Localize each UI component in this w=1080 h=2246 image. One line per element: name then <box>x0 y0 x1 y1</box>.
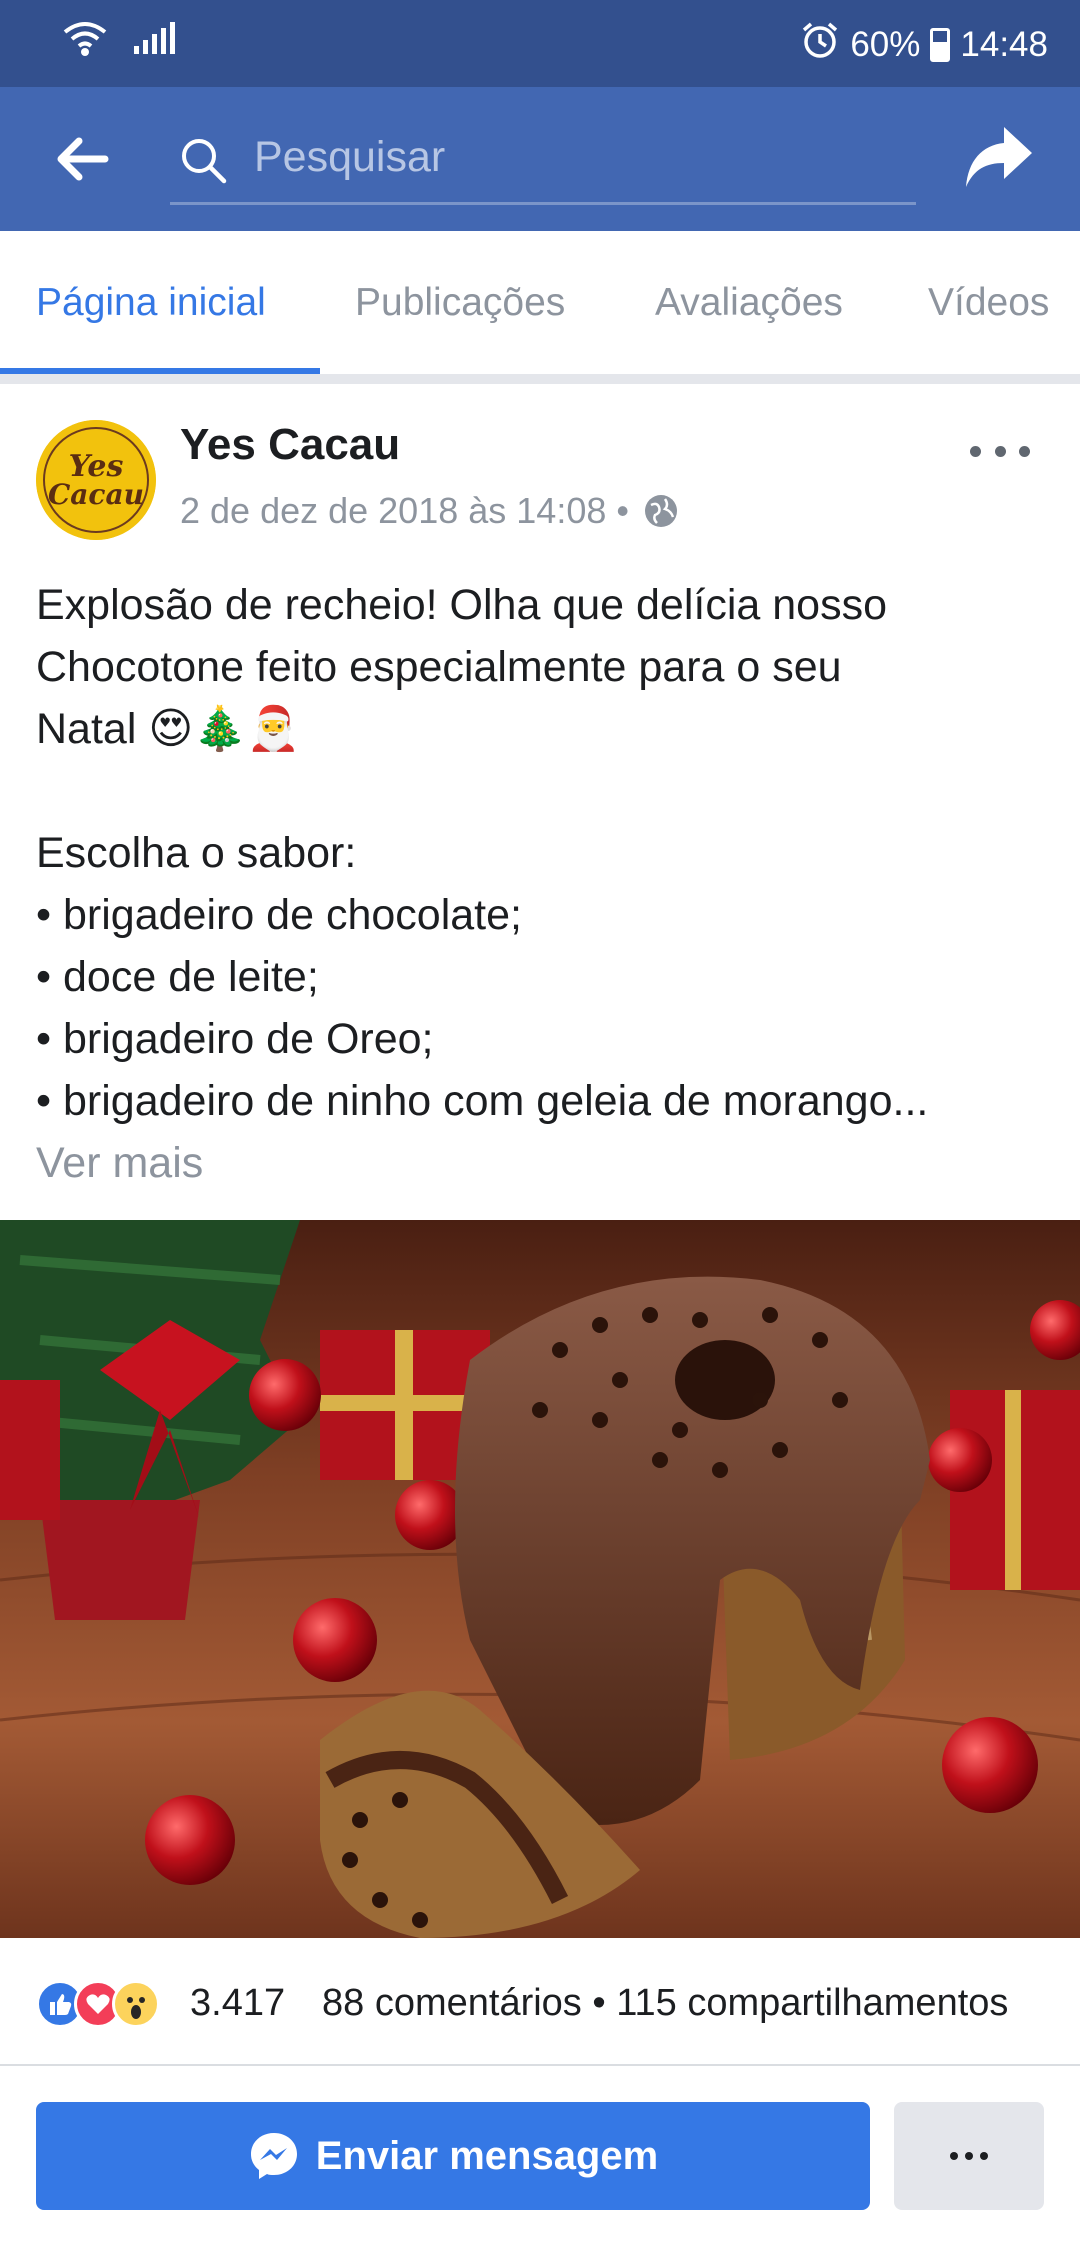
more-options-button[interactable] <box>970 436 1030 466</box>
status-bar: 60% 14:48 <box>0 0 1080 87</box>
messenger-icon <box>250 2133 297 2179</box>
wifi-icon <box>62 18 108 63</box>
globe-icon <box>644 495 677 527</box>
post-line: • brigadeiro de chocolate; <box>36 891 522 939</box>
reactions-bar: 3.417 88 comentários • 115 compartilhame… <box>0 1938 1080 2066</box>
post-photo[interactable] <box>0 1220 1080 1938</box>
yes-cacau-logo: Yes Cacau <box>36 420 156 540</box>
battery-icon <box>930 27 951 62</box>
send-message-button[interactable]: Enviar mensagem <box>36 2102 870 2210</box>
share-button[interactable] <box>962 121 1036 195</box>
page-tabs: Página inicial Publicações Avaliações Ví… <box>0 231 1080 375</box>
post-line: Escolha o sabor: <box>36 829 357 877</box>
search-header <box>0 87 1080 231</box>
clock: 14:48 <box>960 24 1048 64</box>
chocotone-photo <box>0 1220 1080 1938</box>
post-line: Explosão de recheio! Olha que delícia no… <box>36 581 887 629</box>
post-line: Chocotone feito especialmente para o seu <box>36 643 842 691</box>
search-icon <box>182 139 227 184</box>
signal-icon <box>132 20 176 61</box>
post-line: Natal 😍🎄🎅 <box>36 705 301 753</box>
share-arrow-icon <box>966 127 1032 187</box>
svg-text:Cacau: Cacau <box>48 478 144 511</box>
post-timestamp[interactable]: 2 de dez de 2018 às 14:08 • <box>180 490 679 532</box>
wow-icon <box>112 1980 160 2028</box>
tab-reviews[interactable]: Avaliações <box>655 281 843 325</box>
reaction-count[interactable]: 3.417 <box>190 1982 285 2025</box>
tab-home[interactable]: Página inicial <box>36 281 266 325</box>
post-line: • brigadeiro de Oreo; <box>36 1015 434 1063</box>
comments-shares-count[interactable]: 88 comentários • 115 compartilhamentos <box>322 1982 1008 2025</box>
see-more-link[interactable]: Ver mais <box>36 1132 1046 1194</box>
action-bar: Enviar mensagem <box>0 2066 1080 2246</box>
search-box[interactable] <box>170 115 916 205</box>
post-body: Explosão de recheio! Olha que delícia no… <box>36 574 1046 1194</box>
more-actions-button[interactable] <box>894 2102 1044 2210</box>
post-header: Yes Cacau Yes Cacau 2 de dez de 2018 às … <box>0 384 1080 559</box>
post-line: • doce de leite; <box>36 953 319 1001</box>
divider <box>0 374 1080 384</box>
search-input[interactable] <box>254 125 894 189</box>
tab-videos[interactable]: Vídeos <box>928 281 1049 325</box>
timestamp-text: 2 de dez de 2018 às 14:08 • <box>180 490 629 531</box>
page-name[interactable]: Yes Cacau <box>180 420 400 470</box>
post-line: • brigadeiro de ninho com geleia de mora… <box>36 1077 929 1125</box>
reaction-icons[interactable] <box>36 1980 160 2028</box>
send-message-label: Enviar mensagem <box>315 2133 659 2178</box>
back-button[interactable] <box>52 129 112 189</box>
back-arrow-icon <box>57 137 109 181</box>
alarm-icon <box>800 20 840 69</box>
page-avatar[interactable]: Yes Cacau <box>36 420 156 540</box>
tab-posts[interactable]: Publicações <box>355 281 565 325</box>
post-line <box>36 760 1046 822</box>
battery-percent: 60% <box>850 24 921 64</box>
